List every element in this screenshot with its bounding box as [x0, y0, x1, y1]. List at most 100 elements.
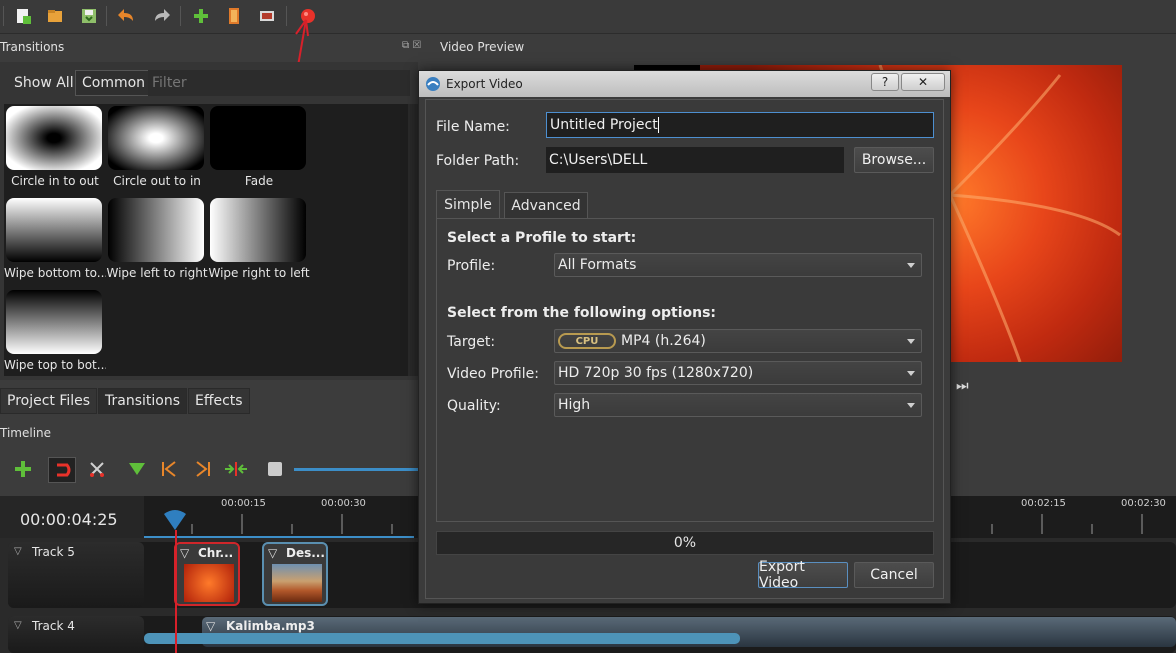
folder-path-input[interactable]: C:\Users\DELL [546, 147, 844, 173]
transition-thumbnail [6, 198, 102, 262]
browse-button[interactable]: Browse... [854, 147, 934, 173]
track-collapse-icon[interactable]: ▽ [14, 546, 22, 557]
clip-name: Chr... [198, 546, 234, 560]
chevron-down-icon [907, 339, 915, 344]
transition-thumbnail [6, 290, 102, 354]
filter-tab-common[interactable]: Common [75, 70, 153, 96]
import-files-icon[interactable] [190, 5, 212, 27]
razor-icon[interactable] [88, 460, 106, 482]
dialog-titlebar[interactable]: Export Video ? ✕ [419, 71, 950, 97]
timeline-title: Timeline [0, 426, 52, 440]
tab-project-files[interactable]: Project Files [0, 388, 98, 414]
transitions-panel-title: Transitions [0, 40, 65, 54]
quality-select[interactable]: High [554, 393, 922, 417]
dialog-title: Export Video [446, 77, 523, 91]
add-track-icon[interactable] [14, 460, 32, 482]
help-button[interactable]: ? [871, 73, 899, 91]
toolbar-grip [3, 6, 4, 26]
simple-tab-panel: Select a Profile to start: Profile: All … [436, 218, 934, 522]
clip-thumbnail [272, 564, 322, 602]
profile-label: Profile: [447, 258, 496, 274]
profile-icon[interactable] [223, 5, 245, 27]
export-progress-bar: 0% [436, 531, 934, 555]
clip-collapse-icon[interactable]: ▽ [206, 619, 215, 633]
panel-float-close-icon[interactable]: ⧉ ☒ [402, 40, 421, 51]
video-profile-label: Video Profile: [447, 366, 539, 382]
clip-thumbnail [184, 564, 234, 602]
video-preview-title: Video Preview [440, 40, 525, 54]
chevron-down-icon [907, 371, 915, 376]
timecode-display: 00:00:04:25 [20, 510, 118, 529]
cpu-badge: CPU [558, 333, 616, 349]
export-video-dialog: Export Video ? ✕ File Name: Untitled Pro… [418, 70, 951, 604]
clip-collapse-icon[interactable]: ▽ [268, 546, 277, 560]
next-marker-icon[interactable] [194, 460, 212, 482]
tab-transitions[interactable]: Transitions [98, 388, 187, 414]
open-project-icon[interactable] [44, 5, 66, 27]
clip-collapse-icon[interactable]: ▽ [180, 546, 189, 560]
timeline-clip[interactable]: ▽ Des... [262, 542, 328, 606]
transitions-scrollbar[interactable] [408, 104, 418, 376]
close-button[interactable]: ✕ [901, 73, 945, 91]
tab-simple[interactable]: Simple [436, 190, 500, 218]
track-name: Track 4 [32, 619, 75, 633]
filter-tab-show-all[interactable]: Show All [8, 70, 80, 96]
transition-item[interactable]: Wipe right to left [208, 196, 310, 284]
timeline-scrollbar[interactable] [144, 633, 740, 644]
chevron-down-icon [907, 403, 915, 408]
transitions-grid: Circle in to out Circle out to in Fade W… [4, 104, 408, 376]
clip-name: Kalimba.mp3 [226, 619, 315, 633]
transition-thumbnail [6, 106, 102, 170]
new-project-icon[interactable] [12, 5, 34, 27]
transition-thumbnail [210, 106, 306, 170]
save-project-icon[interactable] [78, 5, 100, 27]
ruler-label: 00:02:30 [1121, 498, 1166, 509]
ruler-label: 00:00:30 [321, 498, 366, 509]
chevron-down-icon [907, 263, 915, 268]
transition-item[interactable]: Wipe bottom to... [4, 196, 106, 284]
redo-icon[interactable] [150, 5, 172, 27]
main-toolbar [0, 0, 1176, 34]
snapping-icon[interactable] [48, 457, 76, 483]
tab-advanced[interactable]: Advanced [504, 192, 588, 218]
center-playhead-icon[interactable] [224, 460, 248, 482]
playhead-line [175, 530, 177, 653]
clip-name: Des... [286, 546, 325, 560]
track-header-4[interactable]: ▽ Track 4 [8, 616, 144, 653]
timeline-clip[interactable]: ▽ Chr... [174, 542, 240, 606]
add-marker-icon[interactable] [128, 462, 146, 480]
skip-end-icon[interactable]: ⏭ [956, 378, 969, 394]
profile-heading: Select a Profile to start: [447, 230, 637, 246]
transition-item[interactable]: Fade [208, 104, 306, 192]
transitions-filter-input[interactable] [148, 70, 410, 96]
quality-label: Quality: [447, 398, 501, 414]
track-collapse-icon[interactable]: ▽ [14, 620, 22, 631]
transition-item[interactable]: Wipe left to right [106, 196, 208, 284]
profile-select[interactable]: All Formats [554, 253, 922, 277]
app-logo-icon [425, 76, 441, 95]
transition-thumbnail [108, 198, 204, 262]
timeline-toolbar [0, 448, 420, 492]
progress-text: 0% [673, 535, 697, 551]
transition-item[interactable]: Circle out to in [106, 104, 204, 192]
options-heading: Select from the following options: [447, 305, 717, 321]
transition-thumbnail [108, 106, 204, 170]
previous-marker-icon[interactable] [160, 460, 178, 482]
video-profile-select[interactable]: HD 720p 30 fps (1280x720) [554, 361, 922, 385]
transition-item[interactable]: Circle in to out [4, 104, 102, 192]
transition-item[interactable]: Wipe top to bot... [4, 288, 106, 376]
file-name-label: File Name: [436, 119, 510, 135]
ruler-label: 00:02:15 [1021, 498, 1066, 509]
track-name: Track 5 [32, 545, 75, 559]
tab-effects[interactable]: Effects [188, 388, 250, 414]
target-label: Target: [447, 334, 496, 350]
zoom-slider[interactable] [294, 468, 420, 471]
undo-icon[interactable] [116, 5, 138, 27]
file-name-input[interactable]: Untitled Project [546, 112, 934, 138]
zoom-out-icon[interactable] [268, 462, 282, 476]
ruler-label: 00:00:15 [221, 498, 266, 509]
export-video-button[interactable]: Export Video [758, 559, 848, 591]
target-select[interactable]: CPU MP4 (h.264) [554, 329, 922, 353]
track-header-5[interactable]: ▽ Track 5 [8, 542, 144, 608]
cancel-button[interactable]: Cancel [854, 562, 934, 588]
